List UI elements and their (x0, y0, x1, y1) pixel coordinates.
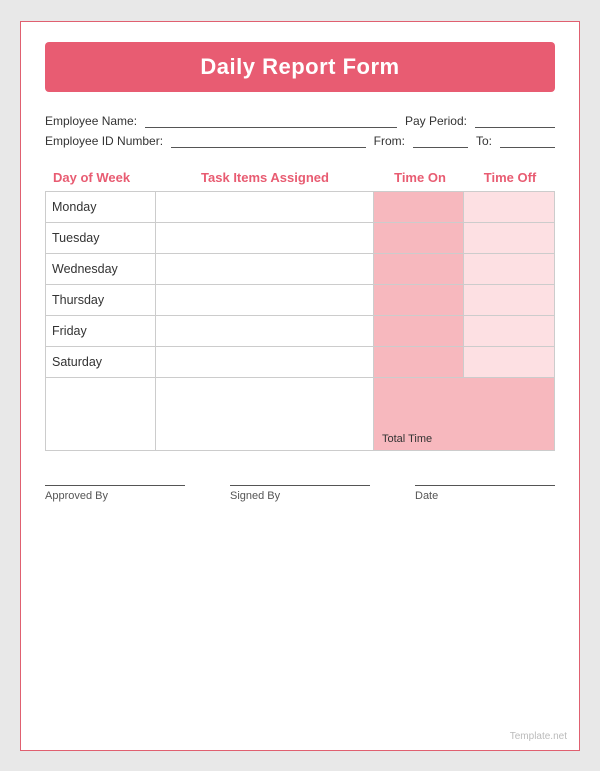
footer-date: Date (415, 485, 555, 502)
approved-label: Approved By (45, 490, 108, 502)
cell-day-3[interactable]: Thursday (46, 285, 156, 315)
footer-approved: Approved By (45, 485, 185, 502)
watermark: Template.net (510, 731, 567, 742)
col-header-task: Task Items Assigned (155, 166, 375, 191)
cell-task-1[interactable] (156, 223, 374, 253)
footer-section: Approved By Signed By Date (45, 481, 555, 502)
cell-timeon-1[interactable] (374, 223, 464, 253)
cell-timeoff-4[interactable] (464, 316, 554, 346)
table-row: Thursday (46, 285, 554, 316)
fields-row-1: Employee Name: Pay Period: (45, 114, 555, 128)
table-row: Saturday (46, 347, 554, 377)
pay-period-label: Pay Period: (405, 114, 467, 128)
table-row: Monday (46, 192, 554, 223)
cell-timeoff-0[interactable] (464, 192, 554, 222)
cell-timeon-3[interactable] (374, 285, 464, 315)
signed-label: Signed By (230, 490, 280, 502)
cell-timeoff-1[interactable] (464, 223, 554, 253)
date-label: Date (415, 490, 438, 502)
cell-task-5[interactable] (156, 347, 374, 377)
cell-task-3[interactable] (156, 285, 374, 315)
cell-day-0[interactable]: Monday (46, 192, 156, 222)
signed-line (230, 485, 370, 486)
employee-name-label: Employee Name: (45, 114, 137, 128)
cell-task-0[interactable] (156, 192, 374, 222)
cell-day-5[interactable]: Saturday (46, 347, 156, 377)
total-day-cell (46, 378, 156, 450)
cell-timeoff-2[interactable] (464, 254, 554, 284)
cell-timeon-0[interactable] (374, 192, 464, 222)
table-section: Day of Week Task Items Assigned Time On … (45, 166, 555, 451)
date-line (415, 485, 555, 486)
cell-timeon-4[interactable] (374, 316, 464, 346)
cell-day-4[interactable]: Friday (46, 316, 156, 346)
table-row: Tuesday (46, 223, 554, 254)
table-row: Friday (46, 316, 554, 347)
cell-timeon-5[interactable] (374, 347, 464, 377)
cell-day-1[interactable]: Tuesday (46, 223, 156, 253)
page-title: Daily Report Form (65, 54, 535, 80)
cell-day-2[interactable]: Wednesday (46, 254, 156, 284)
total-task-cell (156, 378, 374, 450)
cell-timeoff-3[interactable] (464, 285, 554, 315)
table-header: Day of Week Task Items Assigned Time On … (45, 166, 555, 191)
pay-period-line[interactable] (475, 114, 555, 128)
approved-line (45, 485, 185, 486)
from-line[interactable] (413, 134, 468, 148)
total-time-label: Total Time (382, 433, 546, 445)
col-header-timeoff: Time Off (465, 166, 555, 191)
all-rows: Monday Tuesday Wednesday Thursday Friday (46, 192, 554, 377)
col-header-timeon: Time On (375, 166, 465, 191)
fields-row-2: Employee ID Number: From: To: (45, 134, 555, 148)
employee-name-line[interactable] (145, 114, 397, 128)
footer-signed: Signed By (230, 485, 370, 502)
fields-section: Employee Name: Pay Period: Employee ID N… (45, 114, 555, 148)
page: Daily Report Form Employee Name: Pay Per… (20, 21, 580, 751)
to-label: To: (476, 134, 492, 148)
cell-timeoff-5[interactable] (464, 347, 554, 377)
table-body-wrapper: Monday Tuesday Wednesday Thursday Friday (45, 191, 555, 451)
cell-task-2[interactable] (156, 254, 374, 284)
col-header-day: Day of Week (45, 166, 155, 191)
total-time-cell: Total Time (374, 378, 554, 450)
to-line[interactable] (500, 134, 555, 148)
total-row: Total Time (46, 377, 554, 450)
employee-id-label: Employee ID Number: (45, 134, 163, 148)
employee-id-line[interactable] (171, 134, 366, 148)
cell-timeon-2[interactable] (374, 254, 464, 284)
table-row: Wednesday (46, 254, 554, 285)
cell-task-4[interactable] (156, 316, 374, 346)
from-label: From: (374, 134, 405, 148)
header-bar: Daily Report Form (45, 42, 555, 92)
